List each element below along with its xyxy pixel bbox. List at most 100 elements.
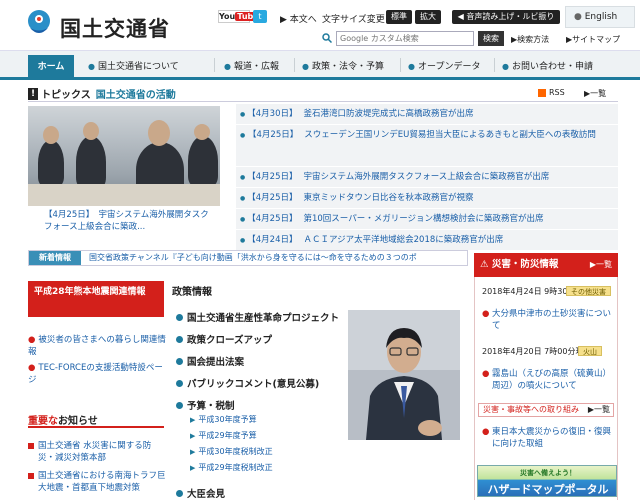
font-size-label: 文字サイズ変更	[322, 15, 385, 25]
nav-divider	[400, 58, 401, 72]
disaster-link-kirishima[interactable]: ● 霧島山（えびの高原（硫黄山）周辺）の噴火について	[482, 368, 612, 392]
arrow-icon: ●	[482, 427, 490, 437]
youtube-icon[interactable]: You Tube	[218, 10, 261, 23]
list-item[interactable]: ● 【4月25日】 スウェーデン王国リンデEU貿易担当大臣によるあきもと副大臣への表…	[236, 125, 618, 167]
arrow-icon: ●	[28, 363, 36, 373]
mlit-logo-icon[interactable]	[24, 8, 54, 42]
global-nav: ホーム ● 国土交通省について ● 報道・広報 ● 政策・法令・予算 ● オープンデータ…	[0, 50, 640, 80]
disaster-badge: その他災害	[566, 286, 611, 296]
rss-link[interactable]: RSS	[538, 88, 565, 97]
bullet-icon: ●	[88, 62, 95, 71]
bullet-icon: ●	[240, 195, 246, 202]
bullet-icon: ●	[302, 62, 309, 71]
rss-icon	[538, 88, 546, 97]
square-bullet-icon	[28, 473, 34, 479]
arrow-icon: ▶	[190, 448, 196, 456]
exclamation-icon: !	[28, 87, 38, 100]
list-item[interactable]: ● 【4月25日】 東京ミッドタウン日比谷を秋本政務官が視察	[236, 188, 618, 209]
tec-force-link[interactable]: ● TEC-FORCEの支援活動特設ページ	[28, 362, 168, 386]
sub-link-budget-h29[interactable]: ▶ 平成29年度予算	[190, 430, 257, 441]
disaster-link-nakatsu[interactable]: ● 大分県中津市の土砂災害について	[482, 308, 612, 332]
search-button[interactable]: 検索	[478, 31, 504, 46]
nav-divider	[294, 58, 295, 72]
disaster-badge: 火山	[578, 346, 602, 356]
efforts-list-link[interactable]: ▶一覧	[588, 404, 610, 416]
news-text[interactable]: 国交省政策チャンネル『子ども向け動画「洪水から身を守るには～命を守るための３つの…	[89, 251, 417, 265]
search-method-link[interactable]: ▶検索方法	[511, 34, 549, 45]
bullet-icon: ●	[240, 132, 246, 139]
english-link[interactable]: ● English	[565, 6, 635, 28]
disaster-info-header: ⚠ 災害・防災情報 ▶一覧	[474, 253, 618, 277]
sub-link-budget-h30[interactable]: ▶ 平成30年度予算	[190, 414, 257, 425]
square-bullet-icon	[28, 443, 34, 449]
bullet-icon	[176, 380, 183, 387]
arrow-icon: ▶	[190, 432, 196, 440]
speaker-icon: ◀	[457, 12, 464, 21]
policy-header: 政策情報	[172, 287, 212, 298]
font-standard-button[interactable]: 標準	[386, 10, 412, 24]
bullet-icon: ●	[240, 237, 246, 244]
important-link-flood[interactable]: 国土交通省 水災害に関する防災・減災対策本部	[28, 440, 168, 464]
news-ticker: 新着情報 国交省政策チャンネル『子ども向け動画「洪水から身を守るには～命を守るた…	[28, 250, 468, 266]
topic-photo[interactable]	[28, 106, 220, 206]
site-name[interactable]: 国土交通省	[60, 13, 170, 43]
important-notice-header: 重要なお知らせ	[28, 412, 164, 428]
search-icon	[322, 33, 332, 43]
kumamoto-earthquake-banner[interactable]: 平成28年熊本地震関連情報	[28, 281, 164, 317]
bullet-icon	[176, 402, 183, 409]
bullet-icon: ●	[502, 62, 509, 71]
nav-item-press[interactable]: ● 報道・広報	[224, 59, 279, 72]
sub-link-tax-h30[interactable]: ▶ 平成30年度税制改正	[190, 446, 273, 457]
disaster-link-reconstruction[interactable]: ● 東日本大震災からの復旧・復興に向けた取組	[482, 426, 612, 450]
policy-link-budget[interactable]: 予算・税制	[176, 398, 235, 412]
policy-link-closeup[interactable]: 政策クローズアップ	[176, 332, 272, 346]
read-aloud-button[interactable]: ◀ 音声読み上げ・ルビ振り	[452, 10, 560, 24]
bullet-icon: ●	[224, 62, 231, 71]
sub-link-tax-h29[interactable]: ▶ 平成29年度税制改正	[190, 462, 273, 473]
font-large-button[interactable]: 拡大	[415, 10, 441, 24]
list-item[interactable]: ● 【4月30日】 釜石港湾口防波堤完成式に高橋政務官が出席	[236, 104, 618, 125]
bullet-icon: ●	[408, 62, 415, 71]
policy-link-productivity[interactable]: 国土交通省生産性革命プロジェクト	[176, 310, 339, 324]
bullet-icon	[176, 490, 183, 497]
nav-divider	[214, 58, 215, 72]
nav-item-opendata[interactable]: ● オープンデータ	[408, 59, 480, 72]
policy-link-press-conference[interactable]: 大臣会見	[176, 486, 225, 500]
arrow-icon: ▶	[190, 464, 196, 472]
bullet-icon	[176, 336, 183, 343]
list-item[interactable]: ● 【4月25日】 第10回スーパー・メガリージョン構想検討会に築政務官が出席	[236, 209, 618, 230]
search-input[interactable]	[336, 31, 474, 46]
hazard-map-portal-banner[interactable]: 災害へ備えよう！ ハザードマップポータル	[477, 465, 617, 497]
globe-icon: ●	[574, 12, 582, 22]
nav-item-contact[interactable]: ● お問い合わせ・申請	[502, 59, 593, 72]
news-tag[interactable]: 新着情報	[29, 251, 81, 265]
nav-item-policy[interactable]: ● 政策・法令・予算	[302, 59, 384, 72]
topic-photo-caption[interactable]: 【4月25日】 宇宙システム海外展開タスクフォース上級会合に築政...	[28, 206, 220, 238]
disaster-efforts-header: 災害・事故等への取り組み ▶一覧	[478, 403, 614, 417]
topics-list: ● 【4月30日】 釜石港湾口防波堤完成式に高橋政務官が出席 ● 【4月25日】 スウェ…	[236, 104, 618, 251]
nav-home[interactable]: ホーム	[28, 55, 74, 79]
nav-item-about[interactable]: ● 国土交通省について	[88, 59, 179, 72]
topics-header: ! トピックス 国土交通省の活動	[28, 86, 618, 102]
skip-to-content-link[interactable]: ▶ 本文へ	[280, 12, 317, 25]
victim-support-link[interactable]: ● 被災者の皆さまへの暮らし関連情報	[28, 334, 168, 358]
list-item[interactable]: ● 【4月24日】 ＡＣＩアジア太平洋地域総会2018に築政務官が出席	[236, 230, 618, 251]
topics-list-link[interactable]: ▶一覧	[584, 88, 606, 99]
sitemap-link[interactable]: ▶サイトマップ	[566, 34, 620, 45]
arrow-icon: ●	[482, 309, 490, 319]
arrow-icon: ▶	[190, 416, 196, 424]
policy-link-public-comment[interactable]: パブリックコメント(意見公募)	[176, 376, 319, 390]
arrow-icon: ●	[28, 335, 36, 345]
minister-photo	[348, 310, 460, 440]
important-link-nankai[interactable]: 国土交通省における南海トラフ巨大地震・首都直下地震対策	[28, 470, 168, 494]
bullet-icon: ●	[240, 216, 246, 223]
site-header: 国土交通省 You Tube t ▶ 本文へ 文字サイズ変更 標準 拡大 ◀ 音声…	[0, 0, 640, 50]
list-item[interactable]: ● 【4月25日】 宇宙システム海外展開タスクフォース上級会合に築政務官が出席	[236, 167, 618, 188]
bullet-icon: ●	[240, 111, 246, 118]
bullet-icon: ●	[240, 174, 246, 181]
disaster-list-link[interactable]: ▶一覧	[590, 253, 612, 277]
policy-link-bills[interactable]: 国会提出法案	[176, 354, 244, 368]
bullet-icon	[176, 314, 183, 321]
bullet-icon	[176, 358, 183, 365]
twitter-icon[interactable]: t	[253, 10, 267, 23]
